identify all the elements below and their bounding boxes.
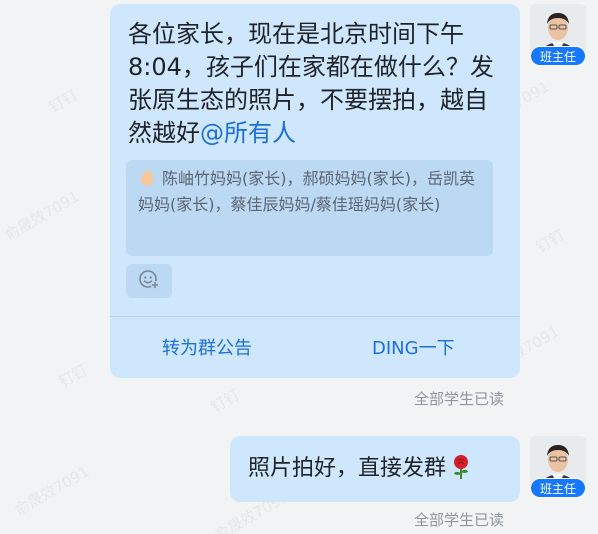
announce-button[interactable]: 转为群公告	[162, 334, 252, 360]
hand-wave-icon	[138, 169, 156, 187]
watermark: 俞晟效7091	[11, 462, 93, 520]
avatar[interactable]: 班主任	[530, 4, 586, 68]
mentioned-users-text: 陈岫竹妈妈(家长)，郝硕妈妈(家长)，岳凯英妈妈(家长)，蔡佳辰妈妈/蔡佳瑶妈妈…	[138, 169, 475, 214]
watermark: 钉钉	[207, 385, 243, 417]
read-status[interactable]: 全部学生已读	[414, 509, 504, 530]
mentioned-users-list: 陈岫竹妈妈(家长)，郝硕妈妈(家长)，岳凯英妈妈(家长)，蔡佳辰妈妈/蔡佳瑶妈妈…	[126, 160, 493, 256]
message-body: 各位家长，现在是北京时间下午8:04，孩子们在家都在做什么？发张原生态的照片，不…	[128, 20, 494, 147]
mention-all[interactable]: @所有人	[200, 119, 296, 147]
role-tag: 班主任	[530, 46, 586, 66]
watermark: 钉钉	[45, 85, 81, 117]
message-bubble[interactable]: 照片拍好，直接发群	[230, 436, 520, 502]
watermark: 钉钉	[532, 225, 568, 257]
message-body: 照片拍好，直接发群	[248, 456, 447, 481]
watermark: 钉钉	[55, 360, 91, 392]
message-text: 各位家长，现在是北京时间下午8:04，孩子们在家都在做什么？发张原生态的照片，不…	[128, 18, 498, 150]
avatar[interactable]: 班主任	[530, 436, 586, 500]
message-text: 照片拍好，直接发群	[248, 454, 472, 489]
role-tag: 班主任	[530, 478, 586, 498]
add-reaction-button[interactable]	[126, 264, 172, 298]
emoji-add-icon	[138, 268, 160, 294]
watermark: 俞晟效7091	[1, 187, 83, 245]
rose-icon	[450, 454, 472, 489]
divider	[110, 316, 520, 317]
message-bubble[interactable]: 各位家长，现在是北京时间下午8:04，孩子们在家都在做什么？发张原生态的照片，不…	[110, 4, 520, 378]
ding-button[interactable]: DING一下	[372, 334, 455, 360]
read-status[interactable]: 全部学生已读	[414, 388, 504, 409]
